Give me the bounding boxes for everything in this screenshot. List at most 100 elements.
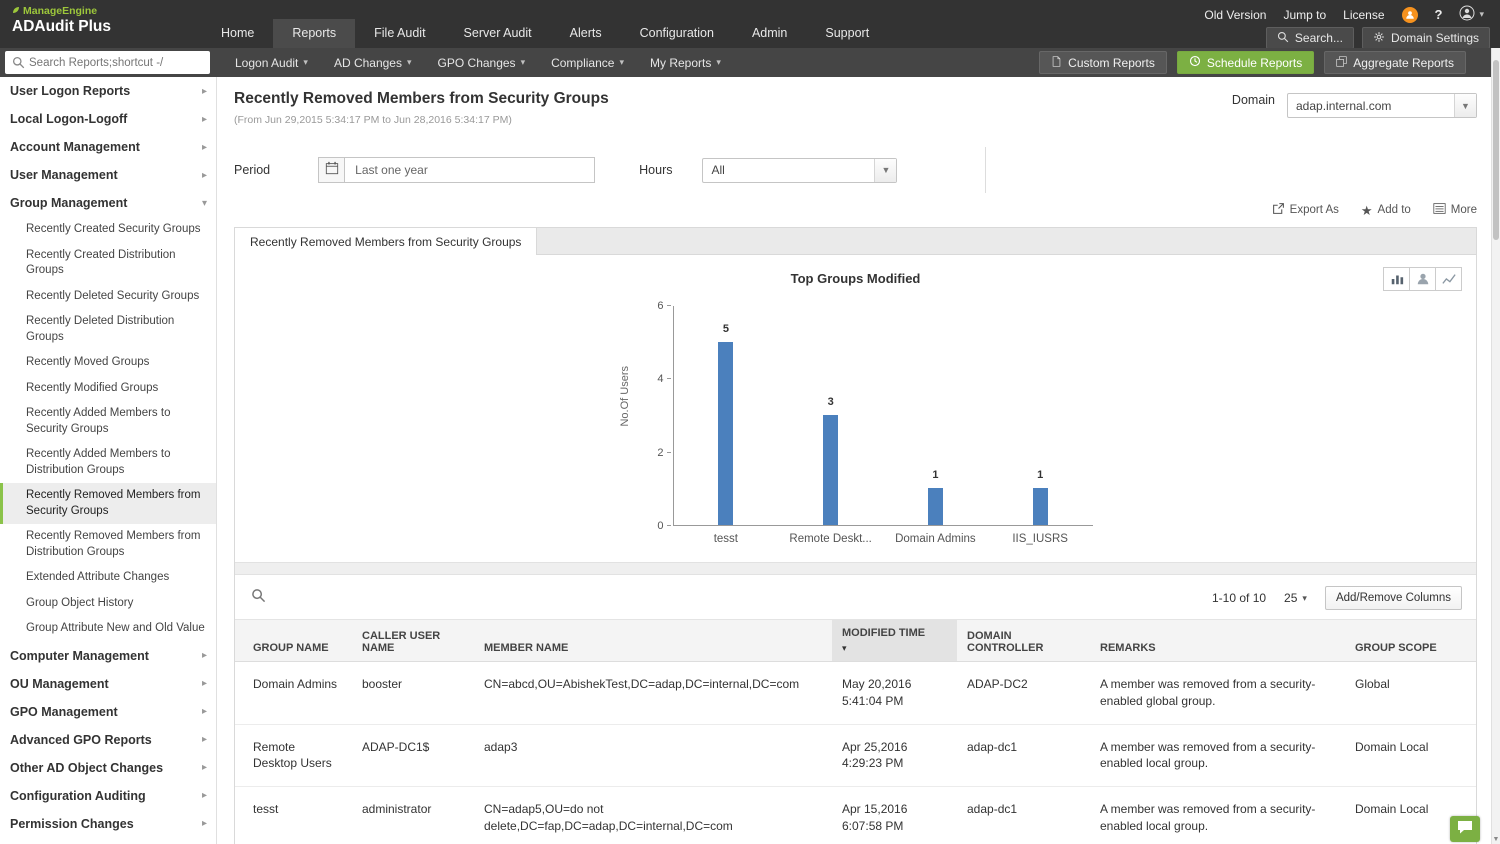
cell-domain-controller: ADAP-DC2 <box>957 662 1090 725</box>
sidebar-item-group-management[interactable]: Group Management▾ <box>0 189 216 217</box>
document-icon <box>1051 56 1062 70</box>
nav-item-admin[interactable]: Admin <box>733 19 806 48</box>
user-summary-icon[interactable] <box>1409 267 1436 291</box>
sidebar-subitem-recently-created-security-groups[interactable]: Recently Created Security Groups <box>0 217 216 243</box>
sidebar-item-user-logon-reports[interactable]: User Logon Reports▸ <box>0 77 216 105</box>
main-content: Recently Removed Members from Security G… <box>217 77 1500 844</box>
sort-desc-icon[interactable]: ▾ <box>842 643 947 654</box>
sidebar-item-permission-changes[interactable]: Permission Changes▸ <box>0 810 216 838</box>
col-header-modified-time[interactable]: MODIFIED TIME ▾ <box>832 620 957 662</box>
bar[interactable] <box>1033 488 1048 525</box>
scrollbar-thumb[interactable] <box>1493 60 1499 240</box>
sidebar-item-configuration-auditing[interactable]: Configuration Auditing▸ <box>0 782 216 810</box>
scroll-down-icon[interactable]: ▼ <box>1492 836 1500 843</box>
sidebar-item-other-ad-object-changes[interactable]: Other AD Object Changes▸ <box>0 754 216 782</box>
bar[interactable] <box>928 488 943 525</box>
nav-item-home[interactable]: Home <box>202 19 273 48</box>
chat-button[interactable] <box>1450 816 1480 842</box>
nav-item-alerts[interactable]: Alerts <box>551 19 621 48</box>
page-size-dropdown[interactable]: 25 ▾ <box>1284 591 1307 605</box>
sidebar-subitem-recently-moved-groups[interactable]: Recently Moved Groups <box>0 350 216 376</box>
menu-logon-audit[interactable]: Logon Audit▾ <box>222 56 321 70</box>
search-button[interactable]: Search... <box>1266 27 1354 49</box>
nav-item-file-audit[interactable]: File Audit <box>355 19 444 48</box>
app-logo[interactable]: ManageEngine ADAudit Plus <box>0 0 202 48</box>
menu-compliance[interactable]: Compliance▾ <box>538 56 637 70</box>
menu-my-reports[interactable]: My Reports▾ <box>637 56 734 70</box>
nav-item-configuration[interactable]: Configuration <box>621 19 733 48</box>
license-link[interactable]: License <box>1343 8 1384 22</box>
table-row[interactable]: Domain Admins booster CN=abcd,OU=Abishek… <box>235 662 1476 725</box>
sidebar-item-account-management[interactable]: Account Management▸ <box>0 133 216 161</box>
nav-item-reports[interactable]: Reports <box>273 19 355 48</box>
help-icon[interactable]: ? <box>1435 7 1443 22</box>
col-header-remarks[interactable]: REMARKS <box>1090 620 1345 662</box>
report-tab[interactable]: Recently Removed Members from Security G… <box>235 228 537 255</box>
sidebar-subitem-extended-attribute-changes[interactable]: Extended Attribute Changes <box>0 565 216 591</box>
y-tick-label: 0 <box>657 520 670 532</box>
community-icon[interactable] <box>1402 7 1418 23</box>
main-nav: Home Reports File Audit Server Audit Ale… <box>202 0 888 48</box>
user-menu[interactable]: ▾ <box>1459 5 1484 24</box>
add-remove-columns-button[interactable]: Add/Remove Columns <box>1325 586 1462 610</box>
sidebar-subitem-recently-deleted-distribution-groups[interactable]: Recently Deleted Distribution Groups <box>0 309 216 350</box>
sidebar-subitem-recently-added-members-to-security-groups[interactable]: Recently Added Members to Security Group… <box>0 401 216 442</box>
period-input[interactable] <box>345 157 595 183</box>
sidebar-item-dns-changes[interactable]: DNS Changes▸ <box>0 838 216 844</box>
cell-modified-time: Apr 25,2016 4:29:23 PM <box>832 724 957 787</box>
table-search-icon[interactable] <box>251 588 266 608</box>
chevron-right-icon: ▸ <box>202 650 207 661</box>
col-header-group-scope[interactable]: GROUP SCOPE <box>1345 620 1476 662</box>
sidebar-item-gpo-management[interactable]: GPO Management▸ <box>0 698 216 726</box>
menu-gpo-changes[interactable]: GPO Changes▾ <box>425 56 539 70</box>
sidebar-subitem-recently-created-distribution-groups[interactable]: Recently Created Distribution Groups <box>0 243 216 284</box>
table-row[interactable]: Remote Desktop Users ADAP-DC1$ adap3 Apr… <box>235 724 1476 787</box>
add-to-button[interactable]: ★ Add to <box>1361 204 1411 217</box>
domain-dropdown[interactable]: adap.internal.com ▼ <box>1287 93 1477 118</box>
vertical-scrollbar[interactable]: ▼ <box>1491 48 1500 844</box>
domain-settings-button[interactable]: Domain Settings <box>1362 27 1490 49</box>
custom-reports-button[interactable]: Custom Reports <box>1039 51 1167 74</box>
line-chart-icon[interactable] <box>1435 267 1462 291</box>
bar-category-label: Domain Admins <box>895 533 976 545</box>
menu-ad-changes[interactable]: AD Changes▾ <box>321 56 425 70</box>
search-icon <box>1277 31 1289 46</box>
calendar-button[interactable] <box>318 157 345 183</box>
sidebar-item-advanced-gpo-reports[interactable]: Advanced GPO Reports▸ <box>0 726 216 754</box>
bar-category-label: tesst <box>714 533 738 545</box>
table-row[interactable]: tesst administrator CN=adap5,OU=do not d… <box>235 787 1476 844</box>
report-panel: Recently Removed Members from Security G… <box>234 227 1477 844</box>
old-version-link[interactable]: Old Version <box>1204 8 1266 22</box>
sidebar-subitem-recently-added-members-to-distribution-groups[interactable]: Recently Added Members to Distribution G… <box>0 442 216 483</box>
sidebar-subitem-group-object-history[interactable]: Group Object History <box>0 591 216 617</box>
col-header-member-name[interactable]: MEMBER NAME <box>474 620 832 662</box>
bar[interactable] <box>823 415 838 525</box>
sidebar-subitem-recently-removed-members-from-distribution-groups[interactable]: Recently Removed Members from Distributi… <box>0 524 216 565</box>
report-search <box>5 51 210 74</box>
section-divider <box>235 562 1476 575</box>
sidebar-subitem-recently-modified-groups[interactable]: Recently Modified Groups <box>0 376 216 402</box>
sidebar-subitem-recently-deleted-security-groups[interactable]: Recently Deleted Security Groups <box>0 284 216 310</box>
hours-dropdown[interactable]: All ▼ <box>702 158 897 183</box>
cell-modified-time: Apr 15,2016 6:07:58 PM <box>832 787 957 844</box>
jump-to-link[interactable]: Jump to <box>1283 8 1326 22</box>
sidebar-subitem-group-attribute-new-and-old-value[interactable]: Group Attribute New and Old Value <box>0 616 216 642</box>
nav-item-support[interactable]: Support <box>806 19 888 48</box>
sidebar-item-local-logon-logoff[interactable]: Local Logon-Logoff▸ <box>0 105 216 133</box>
col-header-caller-user-name[interactable]: CALLER USER NAME <box>352 620 474 662</box>
bar-chart-icon[interactable] <box>1383 267 1410 291</box>
cell-member-name: CN=adap5,OU=do not delete,DC=fap,DC=adap… <box>474 787 832 844</box>
aggregate-reports-button[interactable]: Aggregate Reports <box>1324 51 1466 74</box>
bar[interactable] <box>718 342 733 525</box>
col-header-group-name[interactable]: GROUP NAME <box>235 620 352 662</box>
sidebar-item-computer-management[interactable]: Computer Management▸ <box>0 642 216 670</box>
col-header-domain-controller[interactable]: DOMAIN CONTROLLER <box>957 620 1090 662</box>
sidebar-item-user-management[interactable]: User Management▸ <box>0 161 216 189</box>
report-search-input[interactable] <box>29 57 199 69</box>
schedule-reports-button[interactable]: Schedule Reports <box>1177 51 1314 74</box>
export-as-button[interactable]: Export As <box>1272 202 1339 218</box>
nav-item-server-audit[interactable]: Server Audit <box>445 19 551 48</box>
sidebar-subitem-recently-removed-members-from-security-groups[interactable]: Recently Removed Members from Security G… <box>0 483 216 524</box>
sidebar-item-ou-management[interactable]: OU Management▸ <box>0 670 216 698</box>
more-button[interactable]: More <box>1433 202 1477 218</box>
